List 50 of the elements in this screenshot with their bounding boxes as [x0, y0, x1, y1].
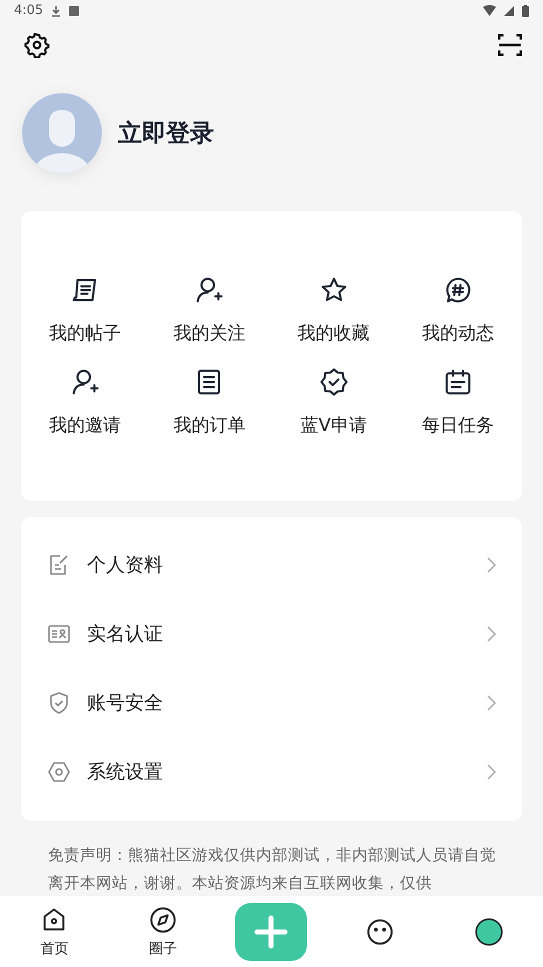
shortcut-item[interactable]: 我的关注 [147, 275, 272, 346]
shortcut-item[interactable]: 每日任务 [396, 367, 520, 438]
shortcut-label: 蓝V申请 [300, 414, 367, 438]
shortcut-item[interactable]: 蓝V申请 [272, 367, 396, 438]
avatar-icon[interactable] [474, 918, 503, 946]
menu-item[interactable]: 个人资料 [21, 530, 522, 600]
shortcut-label: 我的动态 [422, 322, 494, 346]
nav-label: 圈子 [148, 940, 177, 958]
shortcut-icon [194, 275, 224, 306]
chevron-icon [486, 695, 496, 712]
battery-icon [522, 4, 529, 17]
menu-icon [47, 760, 71, 784]
shortcut-icon [318, 367, 349, 398]
menu-label: 实名认证 [87, 622, 164, 648]
chevron-icon [486, 764, 496, 780]
shortcut-icon [70, 367, 100, 398]
menu-item[interactable]: 实名认证 [21, 600, 522, 669]
menu-item[interactable]: 系统设置 [21, 738, 522, 807]
shortcut-item[interactable]: 我的帖子 [23, 275, 148, 346]
shortcut-label: 我的订单 [173, 414, 246, 438]
shortcut-item[interactable]: 我的动态 [396, 275, 520, 346]
menu-item[interactable]: 账号安全 [21, 668, 522, 738]
shortcut-item[interactable]: 我的收藏 [272, 275, 396, 346]
shortcut-label: 我的帖子 [49, 322, 122, 346]
shortcut-label: 每日任务 [422, 414, 494, 438]
nav-label: 首页 [40, 940, 68, 958]
status-time: 4:05 [14, 3, 44, 18]
plus-icon [253, 914, 290, 950]
shortcut-item[interactable]: 我的邀请 [23, 367, 148, 438]
disclaimer-text: 免责声明：熊猫社区游戏仅供内部测试，非内部测试人员请自觉离开本网站，谢谢。本站资源均来自互联网收集，仅供 [48, 844, 497, 894]
shortcut-item[interactable]: 我的订单 [147, 367, 272, 438]
scan-icon[interactable] [497, 32, 523, 58]
download-icon [51, 4, 62, 17]
shortcut-label: 我的收藏 [298, 322, 370, 346]
notification-icon [69, 6, 80, 16]
signal-icon [504, 6, 514, 16]
menu-icon [47, 691, 71, 716]
shortcut-icon [442, 367, 473, 398]
menu-label: 账号安全 [87, 691, 164, 716]
settings-icon[interactable] [24, 32, 50, 58]
shortcut-label: 我的关注 [173, 322, 246, 346]
compass-icon[interactable] [148, 906, 177, 934]
login-link[interactable]: 立即登录 [118, 117, 214, 150]
wifi-icon [483, 5, 496, 16]
menu-label: 个人资料 [87, 553, 164, 578]
menu-label: 系统设置 [87, 760, 164, 786]
chevron-icon [486, 557, 496, 574]
shortcut-label: 我的邀请 [49, 414, 122, 438]
chevron-icon [486, 626, 496, 642]
face-icon[interactable] [366, 918, 394, 946]
